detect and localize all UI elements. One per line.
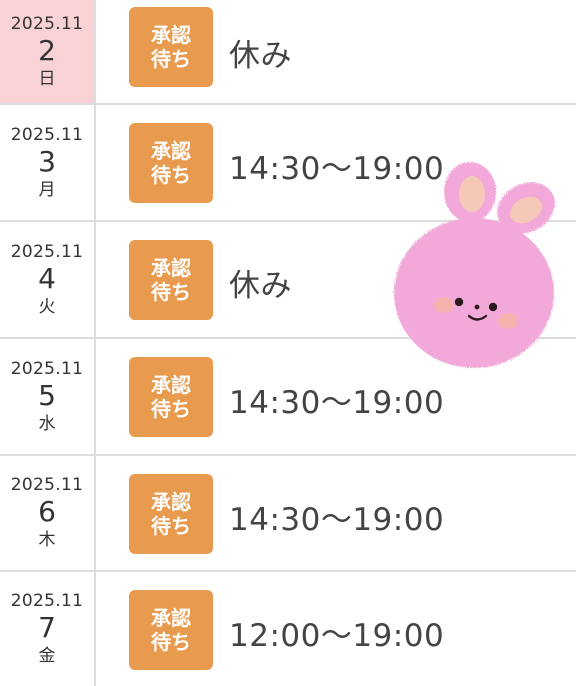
badge-line-2: 待ち — [151, 47, 191, 71]
shift-time: 12:00〜19:00 — [229, 618, 445, 654]
weekday: 金 — [38, 646, 56, 666]
badge-line-2: 待ち — [151, 280, 191, 304]
year-month: 2025.11 — [10, 475, 84, 495]
date-cell: 2025.11 3 月 — [0, 105, 96, 220]
year-month: 2025.11 — [10, 358, 84, 379]
status-badge: 承認 待ち — [129, 590, 213, 670]
date-cell: 2025.11 7 金 — [0, 572, 96, 686]
badge-line-2: 待ち — [151, 163, 191, 187]
shift-row[interactable]: 2025.11 7 金 承認 待ち 12:00〜19:00 — [0, 572, 576, 686]
date-cell: 2025.11 4 火 — [0, 222, 96, 337]
year-month: 2025.11 — [10, 241, 84, 262]
bunny-sticker-icon — [394, 162, 555, 368]
status-badge: 承認 待ち — [129, 474, 213, 554]
status-badge: 承認 待ち — [129, 123, 213, 203]
shift-time: 休み — [229, 38, 292, 74]
year-month: 2025.11 — [10, 13, 84, 34]
shift-time: 14:30〜19:00 — [229, 502, 445, 538]
day-number: 6 — [38, 495, 56, 528]
shift-time: 休み — [229, 268, 292, 304]
badge-line-1: 承認 — [151, 23, 191, 47]
day-number: 7 — [38, 611, 56, 644]
weekday: 水 — [38, 413, 56, 434]
badge-line-2: 待ち — [151, 397, 191, 421]
status-badge: 承認 待ち — [129, 240, 213, 320]
shift-row[interactable]: 2025.11 6 木 承認 待ち 14:30〜19:00 — [0, 456, 576, 572]
shift-row[interactable]: 2025.11 2 日 承認 待ち 休み — [0, 0, 576, 105]
weekday: 月 — [38, 179, 56, 200]
year-month: 2025.11 — [10, 124, 84, 145]
status-badge: 承認 待ち — [129, 7, 213, 87]
weekday: 日 — [38, 68, 56, 89]
day-number: 5 — [38, 378, 56, 412]
shift-time: 14:30〜19:00 — [229, 385, 445, 421]
badge-line-1: 承認 — [151, 139, 191, 163]
year-month: 2025.11 — [10, 591, 84, 611]
day-number: 3 — [38, 144, 56, 178]
weekday: 火 — [38, 296, 56, 317]
badge-line-1: 承認 — [151, 256, 191, 280]
badge-line-1: 承認 — [151, 490, 191, 514]
status-badge: 承認 待ち — [129, 357, 213, 437]
weekday: 木 — [38, 530, 56, 550]
badge-line-1: 承認 — [151, 373, 191, 397]
day-number: 2 — [38, 33, 56, 67]
date-cell: 2025.11 2 日 — [0, 0, 96, 103]
date-cell: 2025.11 5 水 — [0, 339, 96, 454]
day-number: 4 — [38, 261, 56, 295]
badge-line-2: 待ち — [151, 630, 191, 654]
badge-line-1: 承認 — [151, 606, 191, 630]
badge-line-2: 待ち — [151, 514, 191, 538]
date-cell: 2025.11 6 木 — [0, 456, 96, 570]
